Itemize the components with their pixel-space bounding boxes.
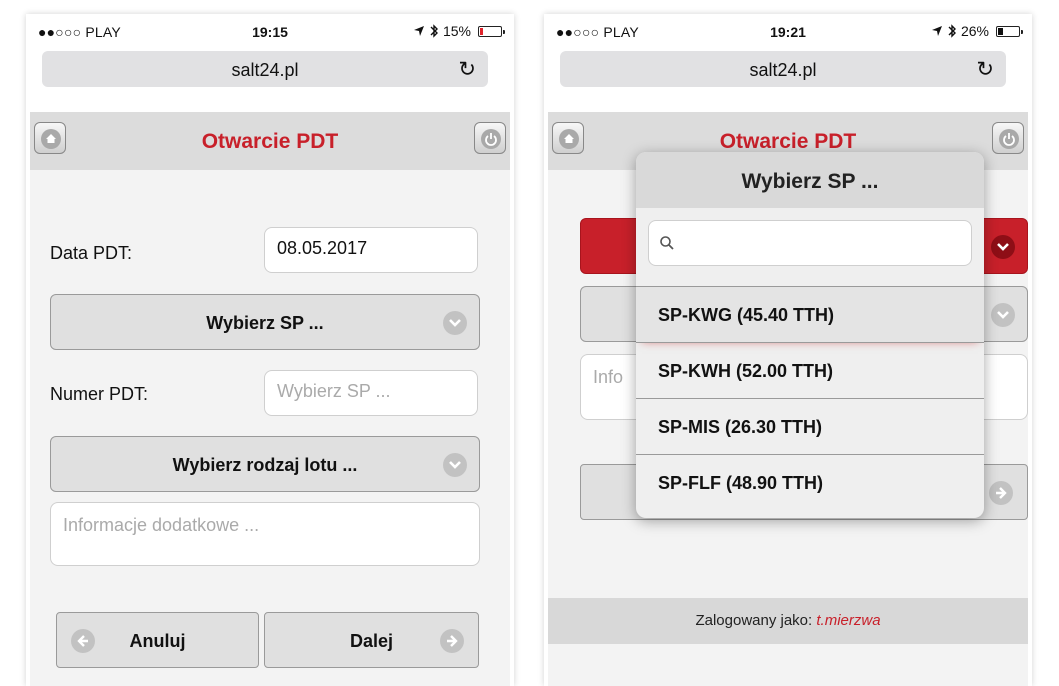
- select-sp-button[interactable]: Wybierz SP ...: [50, 294, 480, 350]
- arrow-right-icon: [989, 481, 1013, 505]
- search-icon: [660, 236, 674, 250]
- arrow-right-icon: [440, 629, 464, 653]
- footer-text: Zalogowany jako: t.mierzwa: [548, 612, 1028, 629]
- power-icon: [481, 129, 501, 149]
- option-item[interactable]: SP-FLF (48.90 TTH): [636, 454, 984, 510]
- app-content: Otwarcie PDT Data PDT: 08.05.2017 Wybier…: [30, 112, 510, 686]
- battery-icon: [996, 25, 1023, 37]
- status-bar: ●●○○○ PLAY 19:21 26%: [544, 14, 1032, 46]
- chevron-down-icon: [991, 235, 1015, 259]
- notes-field[interactable]: Informacje dodatkowe ...: [50, 502, 480, 566]
- footer-user[interactable]: t.mierzwa: [816, 612, 880, 629]
- bluetooth-icon: [430, 24, 438, 38]
- footer-prefix: Zalogowany jako:: [695, 612, 813, 629]
- url-text: salt24.pl: [749, 60, 817, 80]
- app-content: Otwarcie PDT Info Zalogowany jako: t.mie…: [548, 112, 1028, 686]
- location-icon: [931, 26, 942, 36]
- next-button[interactable]: Dalej: [264, 612, 479, 668]
- status-right: 26%: [931, 23, 1023, 39]
- address-bar[interactable]: salt24.pl ↻: [560, 51, 1006, 87]
- chevron-down-icon: [443, 453, 467, 477]
- date-field[interactable]: 08.05.2017: [264, 227, 478, 273]
- number-label: Numer PDT:: [50, 384, 149, 404]
- page-title: Otwarcie PDT: [719, 130, 857, 153]
- chevron-down-icon: [991, 303, 1015, 327]
- phone-screen-left: ●●○○○ PLAY 19:15 15% salt24.pl ↻ Otwarci…: [26, 14, 514, 686]
- battery-percent: 15%: [442, 23, 471, 39]
- popup-title: Wybierz SP ...: [741, 170, 879, 193]
- page-title: Otwarcie PDT: [201, 130, 339, 153]
- reload-icon[interactable]: ↻: [976, 57, 994, 82]
- phone-screen-right: ●●○○○ PLAY 19:21 26% salt24.pl ↻ Otwarci…: [544, 14, 1032, 686]
- location-icon: [413, 26, 424, 36]
- power-icon: [999, 129, 1019, 149]
- select-sp-label: Wybierz SP ...: [206, 313, 324, 333]
- number-field[interactable]: Wybierz SP ...: [264, 370, 478, 416]
- cancel-label: Anuluj: [129, 631, 186, 651]
- bluetooth-icon: [948, 24, 956, 38]
- select-sp-popup: Wybierz SP ... SP-KWG (45.40 TTH) SP-KWH…: [636, 152, 984, 518]
- option-label: SP-MIS (26.30 TTH): [658, 417, 823, 437]
- logout-button[interactable]: [474, 122, 506, 154]
- option-label: SP-KWG (45.40 TTH): [658, 305, 835, 325]
- popup-header: Wybierz SP ...: [636, 152, 984, 208]
- battery-icon: [478, 25, 505, 37]
- reload-icon[interactable]: ↻: [458, 57, 476, 82]
- footer-bar: Zalogowany jako: t.mierzwa: [548, 598, 1028, 644]
- option-item[interactable]: SP-KWG (45.40 TTH): [636, 286, 984, 342]
- date-label: Data PDT:: [50, 243, 133, 263]
- option-label: SP-FLF (48.90 TTH): [658, 473, 824, 493]
- status-bar: ●●○○○ PLAY 19:15 15%: [26, 14, 514, 46]
- option-item[interactable]: SP-KWH (52.00 TTH): [636, 342, 984, 398]
- status-right: 15%: [413, 23, 505, 39]
- chevron-down-icon: [443, 311, 467, 335]
- option-item[interactable]: SP-MIS (26.30 TTH): [636, 398, 984, 454]
- logout-button[interactable]: [992, 122, 1024, 154]
- app-header: Otwarcie PDT: [30, 112, 510, 170]
- cancel-button[interactable]: Anuluj: [56, 612, 259, 668]
- url-text: salt24.pl: [231, 60, 299, 80]
- select-flight-type-label: Wybierz rodzaj lotu ...: [172, 455, 358, 475]
- popup-search-input[interactable]: [648, 220, 972, 266]
- address-bar[interactable]: salt24.pl ↻: [42, 51, 488, 87]
- option-label: SP-KWH (52.00 TTH): [658, 361, 834, 381]
- battery-percent: 26%: [960, 23, 989, 39]
- select-flight-type-button[interactable]: Wybierz rodzaj lotu ...: [50, 436, 480, 492]
